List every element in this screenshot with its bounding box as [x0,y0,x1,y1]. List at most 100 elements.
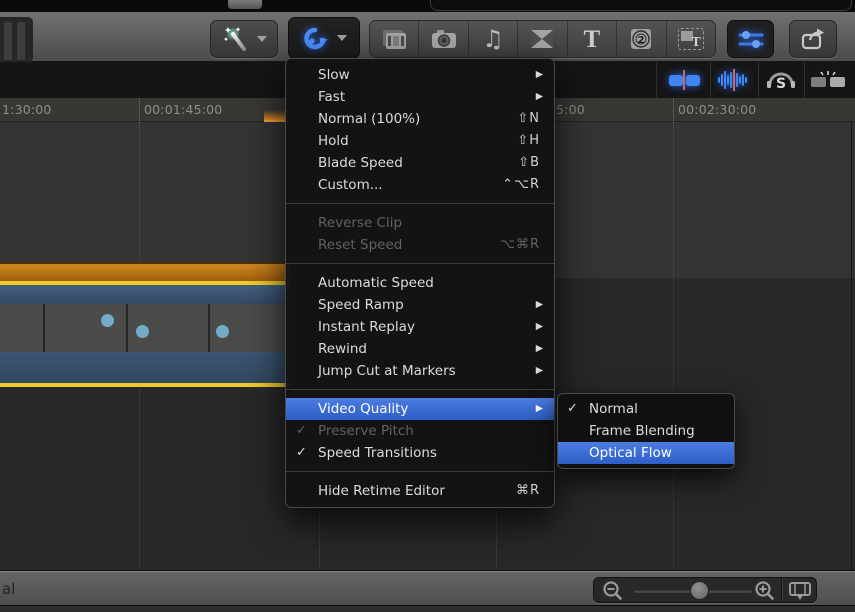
shortcut: ⇧B [518,152,540,174]
viewer-button-sliver[interactable] [228,0,262,9]
music-note-icon: ♫ [482,27,504,51]
menu-item-hold[interactable]: Hold ⇧H [286,130,554,152]
menu-separator [286,263,554,264]
menu-item-rewind[interactable]: Rewind ▶ [286,338,554,360]
submenu-arrow-icon: ▶ [536,316,543,338]
media-browser-button[interactable] [370,21,418,57]
menu-item-jump-cut-at-markers[interactable]: Jump Cut at Markers ▶ [286,360,554,382]
checkmark-icon: ✓ [296,420,316,442]
project-name-partial: al [2,580,15,598]
clip-segment-divider [208,304,210,352]
generators-browser-button[interactable]: 2 [616,21,665,57]
skimming-toggle-button[interactable] [660,62,708,98]
audio-skimming-toggle-button[interactable] [712,62,756,98]
submenu-item-frame-blending[interactable]: Frame Blending [558,420,734,442]
timecode-label: 00:02:30:00 [678,102,756,117]
theme-icon: T [678,28,704,50]
keyframe-dot[interactable] [136,325,149,338]
solo-headphones-icon: S [763,68,799,92]
menu-item-reset-speed: Reset Speed ⌥⌘R [286,234,554,256]
svg-text:2: 2 [638,35,645,46]
fcpx-window: ♫ T 2 [0,0,855,612]
sliders-icon [737,29,765,49]
video-quality-submenu: ✓ Normal Frame Blending Optical Flow [557,393,735,469]
zoom-out-icon[interactable] [602,580,624,602]
clip-audio-strip [0,352,290,383]
svg-text:S: S [776,76,786,92]
menu-item-slow[interactable]: Slow ▶ [286,64,554,86]
submenu-item-optical-flow[interactable]: Optical Flow [558,442,734,464]
selected-clip[interactable] [0,281,290,387]
share-button[interactable] [789,20,837,58]
retime-button[interactable] [288,17,360,59]
submenu-arrow-icon: ▶ [536,64,543,86]
menu-item-instant-replay[interactable]: Instant Replay ▶ [286,316,554,338]
titles-browser-button[interactable]: T [567,21,616,57]
timeline-right-edge [851,122,852,570]
enhancements-button[interactable] [210,20,278,58]
chevron-down-icon [337,35,347,41]
shortcut: ⌃⌥R [502,174,540,196]
clip-appearance-icon[interactable] [788,580,812,602]
menu-item-video-quality[interactable]: Video Quality ▶ [286,398,554,420]
retime-bar-orange[interactable] [0,262,290,281]
photos-browser-button[interactable] [418,21,467,57]
zoom-control-group [593,577,817,603]
retime-icon [301,25,331,52]
themes-browser-button[interactable]: T [666,21,715,57]
checkmark-icon: ✓ [567,398,587,420]
menu-item-automatic-speed[interactable]: Automatic Speed [286,272,554,294]
timecode-label: 1:30:00 [2,102,52,117]
transition-icon [529,28,555,50]
submenu-item-normal[interactable]: ✓ Normal [558,398,734,420]
share-icon [800,27,826,51]
shortcut: ⌘R [516,480,540,502]
title-T-icon: T [584,27,601,52]
viewer-panel-edge [430,0,852,11]
generator-countdown-icon: 2 [629,27,653,51]
keyframe-dot[interactable] [216,325,229,338]
chevron-down-icon [257,36,267,42]
clip-segment-divider [43,304,45,352]
snapping-toggle-button[interactable] [806,62,850,98]
zoom-in-icon[interactable] [754,580,776,602]
clip-segment-divider [126,304,128,352]
checkmark-icon: ✓ [296,442,316,464]
audio-meters[interactable] [0,17,33,62]
zoom-slider-thumb[interactable] [690,581,709,600]
magic-wand-icon [221,24,251,54]
shortcut: ⌥⌘R [500,234,540,256]
snapping-icon [809,70,847,90]
shortcut: ⇧N [517,108,540,130]
menu-item-reverse-clip: Reverse Clip [286,212,554,234]
window-bottom-edge [0,605,855,612]
menu-item-preserve-pitch: ✓ Preserve Pitch [286,420,554,442]
music-browser-button[interactable]: ♫ [468,21,517,57]
menu-item-fast[interactable]: Fast ▶ [286,86,554,108]
menu-separator [286,389,554,390]
keyframe-dot[interactable] [101,314,114,327]
menu-separator [286,203,554,204]
menu-item-speed-ramp[interactable]: Speed Ramp ▶ [286,294,554,316]
ruler-tick [673,98,674,122]
audio-skimming-icon [715,69,753,91]
zoom-group-divider [781,578,782,602]
submenu-arrow-icon: ▶ [536,338,543,360]
ruler-tick [139,98,140,122]
submenu-arrow-icon: ▶ [536,294,543,316]
camera-icon [429,27,459,51]
menu-item-speed-transitions[interactable]: ✓ Speed Transitions [286,442,554,464]
menu-item-hide-retime-editor[interactable]: Hide Retime Editor ⌘R [286,480,554,502]
submenu-arrow-icon: ▶ [536,398,543,420]
transitions-browser-button[interactable] [517,21,566,57]
timecode-label: 00:01:45:00 [144,102,222,117]
solo-button[interactable]: S [760,62,802,98]
menu-item-blade-speed[interactable]: Blade Speed ⇧B [286,152,554,174]
inspector-toggle-button[interactable] [727,20,774,58]
media-browser-group: ♫ T 2 [369,20,716,58]
menu-item-normal-100[interactable]: Normal (100%) ⇧N [286,108,554,130]
submenu-arrow-icon: ▶ [536,86,543,108]
menu-item-custom[interactable]: Custom... ⌃⌥R [286,174,554,196]
gridline [673,122,674,570]
viewer-bottom-strip [0,0,855,12]
